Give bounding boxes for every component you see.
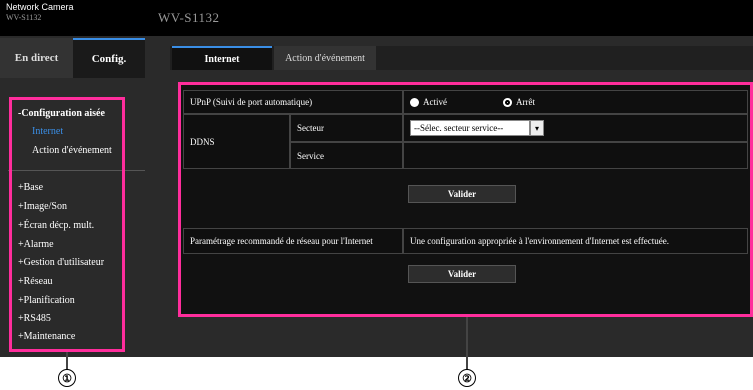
- callout-number-1: ①: [58, 369, 76, 387]
- brand-name: Network Camera: [6, 2, 74, 12]
- callout-leader-1: [66, 352, 68, 370]
- callout-frame-settings: [178, 82, 753, 317]
- top-header: [0, 0, 753, 36]
- callout-frame-menu: [9, 97, 125, 352]
- callout-leader-2: [466, 317, 468, 370]
- tab-internet[interactable]: Internet: [172, 46, 272, 70]
- tab-live[interactable]: En direct: [0, 38, 73, 78]
- callout-number-2: ②: [458, 369, 476, 387]
- tab-config[interactable]: Config.: [73, 38, 145, 78]
- tab-event-action[interactable]: Action d'événement: [274, 46, 376, 70]
- brand-model: WV-S1132: [6, 13, 42, 22]
- camera-title: WV-S1132: [158, 10, 220, 25]
